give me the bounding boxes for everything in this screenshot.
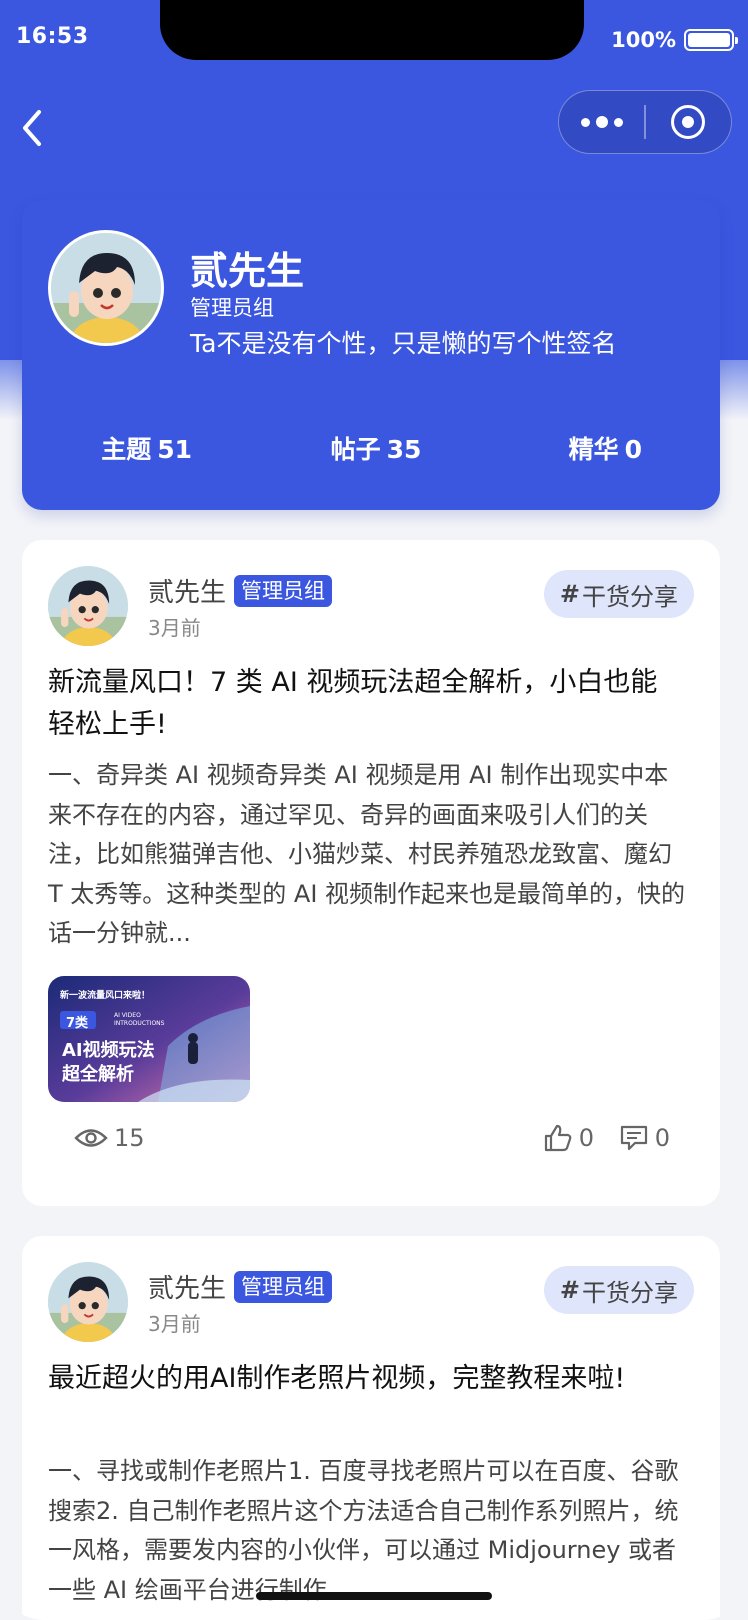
hash-icon: # xyxy=(559,1276,580,1304)
profile-signature: Ta不是没有个性，只是懒的写个性签名 xyxy=(190,329,617,358)
post-card[interactable]: 贰先生 管理员组 3月前 # 干货分享 新流量风口！7 类 AI 视频玩法超全解… xyxy=(22,540,720,1206)
back-button[interactable] xyxy=(10,100,54,156)
avatar-illustration xyxy=(48,566,128,646)
more-dot-icon xyxy=(613,117,623,127)
close-mini-program-button[interactable] xyxy=(646,91,731,153)
profile-name: 贰先生 xyxy=(190,249,305,293)
author-line: 贰先生 管理员组 xyxy=(148,1268,333,1305)
thumbnail-badge: 7类 xyxy=(66,1016,89,1031)
profile-group: 管理员组 xyxy=(190,296,274,320)
thumbnail-line2: 超全解析 xyxy=(62,1064,134,1085)
comment-button[interactable]: 0 xyxy=(619,1124,670,1152)
author-name[interactable]: 贰先生 xyxy=(148,572,226,609)
category-tag[interactable]: # 干货分享 xyxy=(543,570,694,618)
stat-posts[interactable]: 帖子 35 xyxy=(261,430,490,466)
thumbnail-line1: AI视频玩法 xyxy=(62,1040,155,1061)
more-dot-icon xyxy=(595,116,608,128)
post-title[interactable]: 最近超火的用AI制作老照片视频，完整教程来啦! xyxy=(48,1358,678,1400)
thumbs-up-icon xyxy=(544,1124,572,1152)
post-excerpt: 一、寻找或制作老照片1. 百度寻找老照片可以在百度、谷歌搜索2. 自己制作老照片… xyxy=(48,1457,679,1604)
post-time: 3月前 xyxy=(148,1312,201,1336)
view-count-value: 15 xyxy=(114,1124,145,1152)
chevron-left-icon xyxy=(23,110,41,146)
author-name[interactable]: 贰先生 xyxy=(148,1268,226,1305)
avatar[interactable] xyxy=(48,230,164,346)
profile-stats: 主题 51 帖子 35 精华 0 xyxy=(22,430,720,466)
category-tag-label: 干货分享 xyxy=(582,582,678,611)
more-button[interactable] xyxy=(559,91,644,153)
avatar[interactable] xyxy=(48,566,128,646)
category-tag[interactable]: # 干货分享 xyxy=(543,1266,694,1314)
avatar-illustration xyxy=(51,233,161,343)
like-button[interactable]: 0 xyxy=(543,1124,594,1152)
more-dot-icon xyxy=(580,117,590,127)
device-screen: 16:53 100% 贰先生 管理员组 Ta不是没有个性，只是懒的写个性签名 主… xyxy=(0,0,748,1620)
eye-icon xyxy=(74,1129,108,1147)
author-line: 贰先生 管理员组 xyxy=(148,572,333,609)
battery-percentage: 100% xyxy=(611,28,676,52)
device-notch xyxy=(160,0,584,60)
comment-icon xyxy=(620,1125,647,1151)
admin-badge: 管理员组 xyxy=(234,1270,333,1303)
status-indicators: 100% xyxy=(611,28,738,52)
avatar[interactable] xyxy=(48,1262,128,1342)
battery-icon xyxy=(684,29,738,51)
status-time: 16:53 xyxy=(16,24,89,49)
stat-topics[interactable]: 主题 51 xyxy=(22,430,261,466)
profile-card: 贰先生 管理员组 Ta不是没有个性，只是懒的写个性签名 主题 51 帖子 35 精华… xyxy=(22,200,720,510)
thumbnail-subtitle: AI VIDEO INTRODUCTIONS xyxy=(114,1012,165,1027)
hash-icon: # xyxy=(559,580,580,608)
avatar-illustration xyxy=(48,1262,128,1342)
post-card[interactable]: 贰先生 管理员组 3月前 # 干货分享 最近超火的用AI制作老照片视频，完整教程… xyxy=(22,1236,720,1620)
category-tag-label: 干货分享 xyxy=(582,1278,678,1307)
stat-featured[interactable]: 精华 0 xyxy=(491,430,720,466)
post-time: 3月前 xyxy=(148,616,201,640)
admin-badge: 管理员组 xyxy=(234,574,333,607)
post-title[interactable]: 新流量风口！7 类 AI 视频玩法超全解析，小白也能轻松上手! xyxy=(48,662,678,746)
post-excerpt: 一、奇异类 AI 视频奇异类 AI 视频是用 AI 制作出现实中本来不存在的内容… xyxy=(48,761,686,947)
view-count: 15 xyxy=(74,1124,145,1152)
like-count: 0 xyxy=(578,1124,594,1152)
mini-program-capsule xyxy=(558,90,732,154)
post-footer: 15 0 0 xyxy=(22,1120,720,1164)
home-indicator xyxy=(256,1592,492,1600)
post-thumbnail[interactable]: 新一波流量风口来啦！ 7类 AI VIDEO INTRODUCTIONS AI视… xyxy=(48,976,250,1102)
thumbnail-headline: 新一波流量风口来啦！ xyxy=(60,991,151,1001)
comment-count: 0 xyxy=(654,1124,670,1152)
target-icon xyxy=(671,105,706,139)
